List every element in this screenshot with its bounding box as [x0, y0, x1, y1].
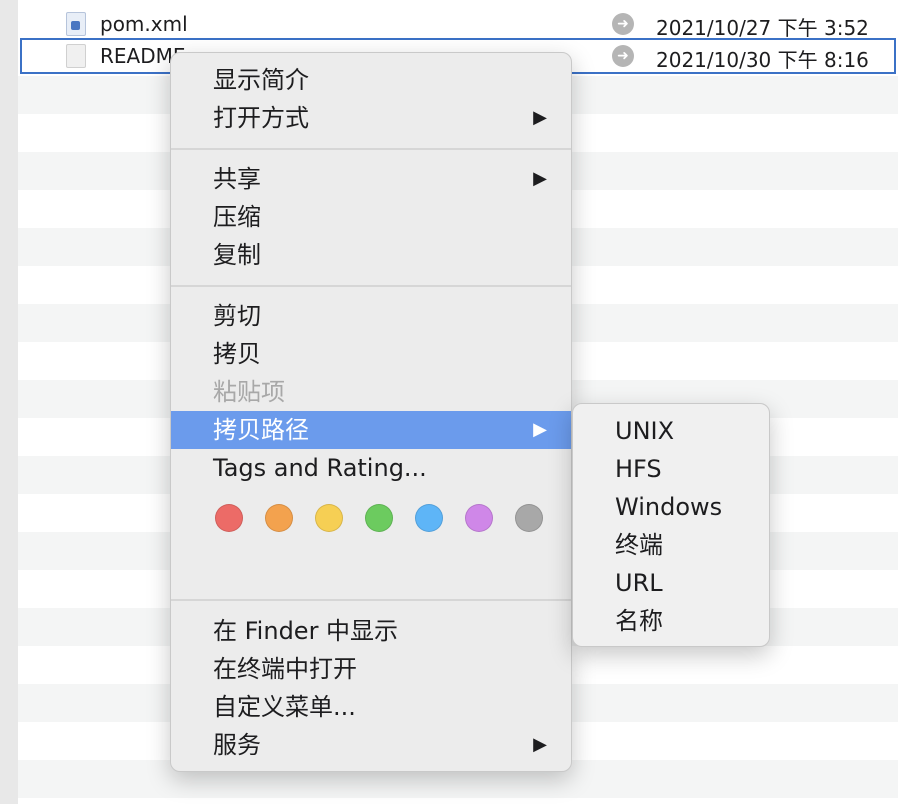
menu-item-open-in-terminal[interactable]: 在终端中打开	[171, 650, 571, 688]
context-menu: 显示简介 打开方式 ▶ 共享 ▶ 压缩 复制 剪切 拷贝 粘贴项 拷贝路径 ▶ …	[170, 52, 572, 772]
menu-item-get-info[interactable]: 显示简介	[171, 61, 571, 99]
file-date: 2021/10/30 下午 8:16	[656, 48, 869, 72]
menu-item-label: 显示简介	[213, 66, 309, 94]
menu-item-label: 自定义菜单...	[213, 693, 356, 721]
menu-item-services[interactable]: 服务 ▶	[171, 726, 571, 764]
menu-separator	[171, 285, 571, 287]
menu-item-share[interactable]: 共享 ▶	[171, 160, 571, 198]
arrow-right-circle-icon[interactable]: ➜	[612, 13, 634, 35]
submenu-item-windows[interactable]: Windows	[573, 488, 769, 526]
menu-item-label: 打开方式	[213, 104, 309, 132]
menu-item-label: 压缩	[213, 203, 261, 231]
menu-item-compress[interactable]: 压缩	[171, 198, 571, 236]
submenu-item-name[interactable]: 名称	[573, 602, 769, 640]
submenu-item-label: HFS	[615, 455, 662, 483]
submenu-arrow-icon: ▶	[533, 168, 547, 189]
menu-item-duplicate[interactable]: 复制	[171, 236, 571, 274]
tag-color-row	[215, 504, 555, 534]
submenu-item-label: URL	[615, 569, 663, 597]
menu-item-label: 拷贝	[213, 340, 261, 368]
submenu-arrow-icon: ▶	[533, 734, 547, 755]
submenu-item-label: Windows	[615, 493, 723, 521]
menu-item-copy-path[interactable]: 拷贝路径 ▶	[171, 411, 571, 449]
tag-purple-dot[interactable]	[465, 504, 493, 532]
menu-item-label: 剪切	[213, 302, 261, 330]
menu-item-label: 服务	[213, 731, 261, 759]
menu-item-label: 在终端中打开	[213, 655, 357, 683]
submenu-item-terminal[interactable]: 终端	[573, 526, 769, 564]
menu-item-label: 在 Finder 中显示	[213, 617, 399, 645]
tag-yellow-dot[interactable]	[315, 504, 343, 532]
submenu-item-url[interactable]: URL	[573, 564, 769, 602]
menu-item-cut[interactable]: 剪切	[171, 297, 571, 335]
tag-green-dot[interactable]	[365, 504, 393, 532]
tag-blue-dot[interactable]	[415, 504, 443, 532]
file-name: pom.xml	[100, 12, 188, 36]
submenu-arrow-icon: ▶	[533, 419, 547, 440]
menu-item-label: 拷贝路径	[213, 416, 309, 444]
submenu-item-unix[interactable]: UNIX	[573, 412, 769, 450]
submenu-arrow-icon: ▶	[533, 107, 547, 128]
submenu-item-label: 名称	[615, 607, 663, 635]
tag-orange-dot[interactable]	[265, 504, 293, 532]
xml-file-icon	[66, 12, 86, 36]
submenu-item-label: UNIX	[615, 417, 675, 445]
menu-item-tags-and-rating[interactable]: Tags and Rating...	[171, 449, 571, 487]
menu-item-copy[interactable]: 拷贝	[171, 335, 571, 373]
sidebar-edge	[0, 0, 18, 804]
menu-item-paste: 粘贴项	[171, 373, 571, 411]
table-row[interactable]: pom.xml ➜ 2021/10/27 下午 3:52	[18, 6, 898, 42]
submenu-item-hfs[interactable]: HFS	[573, 450, 769, 488]
menu-item-label: 共享	[213, 165, 261, 193]
arrow-right-circle-icon[interactable]: ➜	[612, 45, 634, 67]
copy-path-submenu: UNIX HFS Windows 终端 URL 名称	[572, 403, 770, 647]
menu-item-customize-menu[interactable]: 自定义菜单...	[171, 688, 571, 726]
menu-separator	[171, 148, 571, 150]
file-date: 2021/10/27 下午 3:52	[656, 16, 869, 40]
menu-item-reveal-in-finder[interactable]: 在 Finder 中显示	[171, 612, 571, 650]
menu-item-label: Tags and Rating...	[213, 454, 427, 482]
document-icon	[66, 44, 86, 68]
menu-item-label: 粘贴项	[213, 378, 285, 406]
menu-item-label: 复制	[213, 241, 261, 269]
tag-red-dot[interactable]	[215, 504, 243, 532]
submenu-item-label: 终端	[615, 531, 663, 559]
menu-separator	[171, 599, 571, 601]
menu-item-open-with[interactable]: 打开方式 ▶	[171, 99, 571, 137]
tag-gray-dot[interactable]	[515, 504, 543, 532]
